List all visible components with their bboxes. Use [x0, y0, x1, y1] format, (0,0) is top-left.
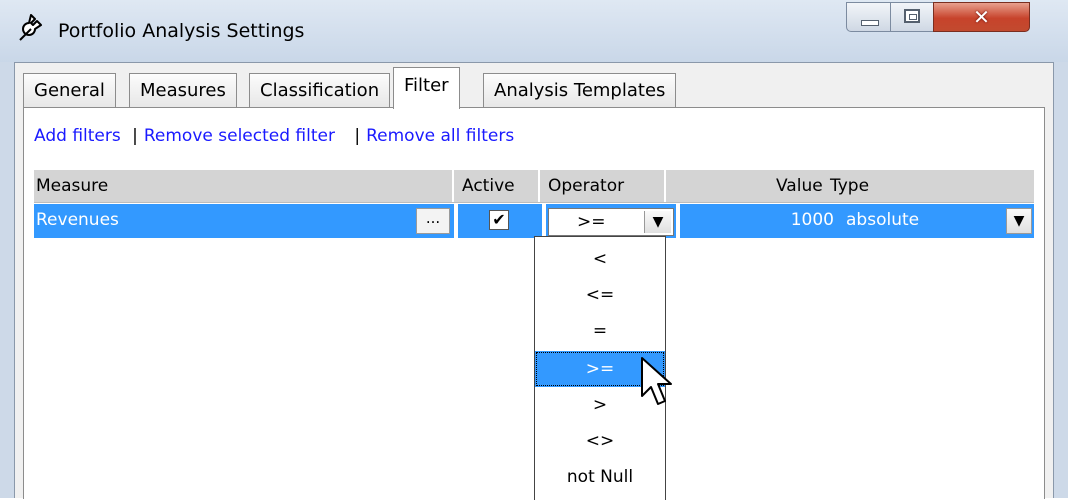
mouse-pointer-icon [641, 357, 672, 405]
header-type[interactable]: Type [830, 170, 869, 202]
chevron-down-icon[interactable]: ▼ [1006, 208, 1032, 234]
header-divider[interactable] [452, 170, 454, 202]
operator-option-eq[interactable]: = [535, 313, 665, 349]
maximize-icon [904, 9, 920, 23]
type-cell[interactable]: absolute ▼ [840, 204, 1034, 238]
link-separator: | [354, 126, 361, 146]
measure-cell[interactable]: Revenues ... [34, 204, 454, 238]
measure-browse-button[interactable]: ... [416, 208, 450, 234]
tab-classification[interactable]: Classification [249, 73, 391, 107]
remove-all-filters-link[interactable]: Remove all filters [366, 126, 514, 146]
operator-select[interactable]: >= ▼ [548, 208, 674, 236]
maximize-button[interactable] [890, 2, 934, 32]
tab-measures[interactable]: Measures [129, 73, 237, 107]
minimize-icon [861, 20, 879, 26]
close-button[interactable]: ✕ [933, 2, 1030, 32]
wrench-icon [19, 14, 42, 41]
tab-general[interactable]: General [23, 73, 116, 107]
operator-select-value: >= [577, 212, 606, 232]
active-checkbox[interactable]: ✔ [489, 210, 509, 230]
operator-option-ne[interactable]: <> [535, 423, 665, 459]
close-icon: ✕ [973, 5, 990, 29]
link-separator: | [132, 126, 138, 146]
operator-option-not-null[interactable]: not Null [535, 459, 665, 495]
remove-selected-filter-link[interactable]: Remove selected filter [144, 126, 335, 146]
header-measure[interactable]: Measure [36, 170, 108, 202]
tab-analysis-templates[interactable]: Analysis Templates [483, 73, 677, 107]
chevron-down-icon[interactable]: ▼ [644, 211, 671, 233]
window-title: Portfolio Analysis Settings [58, 20, 305, 42]
dialog-client-area: General Measures Classification Filter A… [14, 62, 1054, 500]
app-window: Portfolio Analysis Settings ✕ General Me… [0, 0, 1068, 500]
filter-tab-panel: Add filters | Remove selected filter | Rem… [23, 107, 1045, 500]
table-row[interactable]: Revenues ... ✔ >= ▼ 1000 absolute ▼ [34, 204, 1034, 238]
header-operator[interactable]: Operator [548, 170, 624, 202]
header-active[interactable]: Active [462, 170, 515, 202]
type-value: absolute [846, 210, 920, 230]
header-value[interactable]: Value [776, 170, 823, 202]
add-filters-link[interactable]: Add filters [34, 126, 121, 146]
operator-option-lt[interactable]: < [535, 241, 665, 277]
value-cell[interactable]: 1000 [680, 204, 840, 238]
tab-filter[interactable]: Filter [393, 67, 460, 109]
minimize-button[interactable] [846, 2, 891, 32]
filter-actions: Add filters | Remove selected filter | Rem… [34, 126, 514, 146]
grid-header: Measure Active Operator Value Type [34, 170, 1034, 203]
title-bar[interactable]: Portfolio Analysis Settings ✕ [0, 0, 1068, 62]
measure-value: Revenues [36, 210, 119, 230]
active-cell: ✔ [458, 204, 542, 238]
operator-option-le[interactable]: <= [535, 277, 665, 313]
operator-cell: >= ▼ [546, 204, 676, 238]
header-divider[interactable] [538, 170, 540, 202]
header-divider[interactable] [664, 170, 666, 202]
